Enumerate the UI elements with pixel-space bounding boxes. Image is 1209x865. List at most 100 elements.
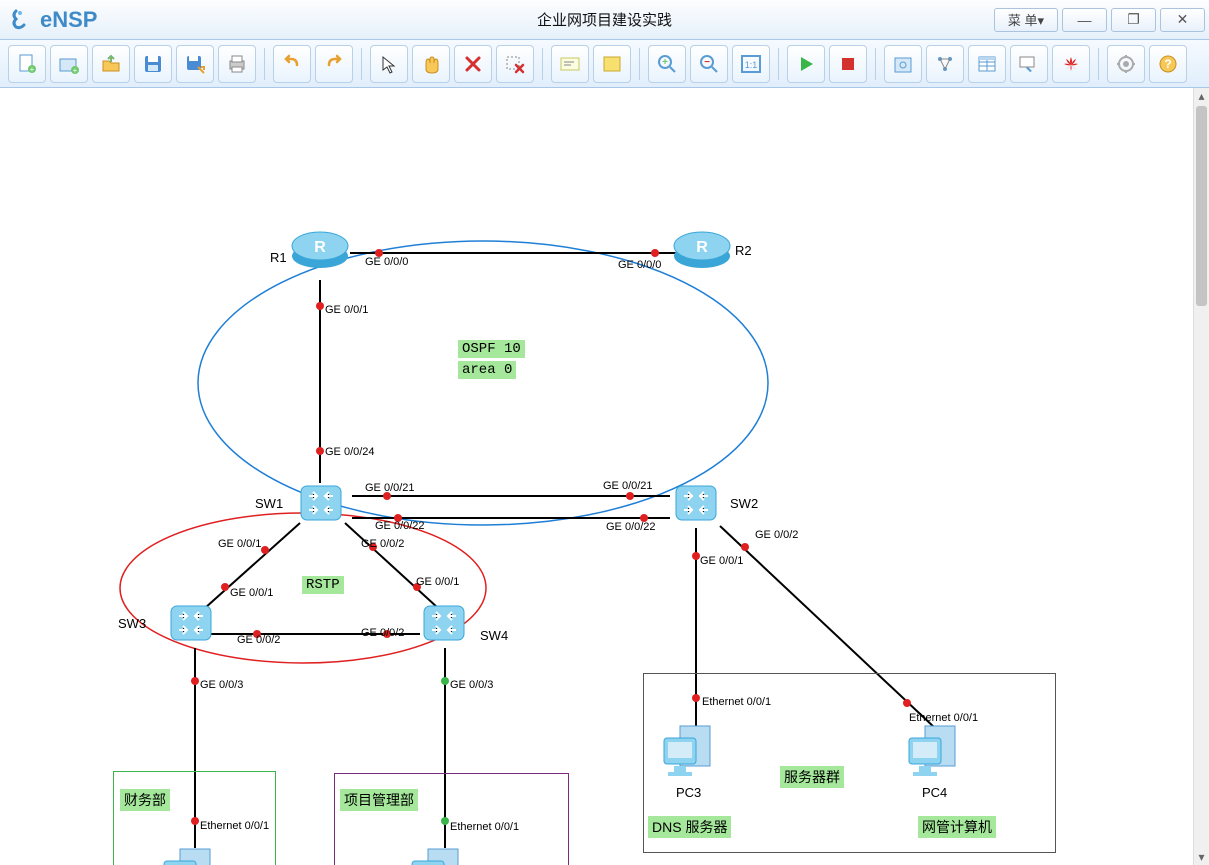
text-label-icon[interactable]: [551, 45, 589, 83]
maximize-button[interactable]: ❐: [1111, 8, 1156, 32]
port-r1-ge001: GE 0/0/1: [325, 304, 368, 316]
port-pc3-eth: Ethernet 0/0/1: [702, 696, 771, 708]
device-switch-sw1[interactable]: [295, 480, 347, 529]
scroll-down-icon[interactable]: ▾: [1194, 849, 1209, 865]
toolbar-separator: [639, 48, 640, 80]
redo-icon[interactable]: [315, 45, 353, 83]
port-sw1-ge001: GE 0/0/1: [218, 538, 261, 550]
port-sw3-ge003: GE 0/0/3: [200, 679, 243, 691]
label-finance: 财务部: [120, 789, 170, 811]
topology-icon[interactable]: [926, 45, 964, 83]
toolbar-separator: [778, 48, 779, 80]
scrollbar-thumb[interactable]: [1196, 106, 1207, 306]
pointer-icon[interactable]: [370, 45, 408, 83]
label-r1: R1: [270, 250, 287, 265]
port-r2-ge000: GE 0/0/0: [618, 259, 661, 271]
port-sw2-ge0022: GE 0/0/22: [606, 521, 656, 533]
device-router-r1[interactable]: R: [290, 228, 350, 273]
new-project-icon[interactable]: +: [50, 45, 88, 83]
window-controls: 菜 单▾ — ❐ ✕: [994, 8, 1209, 32]
topology-canvas[interactable]: R R R1 R2 SW1 SW2 SW3 SW4 PC1 PC2 PC3 PC…: [0, 88, 1209, 865]
port-sw2-ge002: GE 0/0/2: [755, 529, 798, 541]
svg-text:R: R: [696, 239, 708, 256]
label-ospf-line1: OSPF 10: [458, 340, 525, 358]
port-sw2-ge0021: GE 0/0/21: [603, 480, 653, 492]
undo-icon[interactable]: [273, 45, 311, 83]
label-pm: 项目管理部: [340, 789, 418, 811]
toolbar-separator: [542, 48, 543, 80]
scroll-up-icon[interactable]: ▴: [1194, 88, 1209, 104]
menu-button[interactable]: 菜 单▾: [994, 8, 1058, 32]
scrollbar-vertical[interactable]: ▴ ▾: [1193, 88, 1209, 865]
logo-text: eNSP: [40, 7, 97, 33]
huawei-logo-icon[interactable]: [1052, 45, 1090, 83]
svg-text:−: −: [704, 57, 710, 68]
label-sw2: SW2: [730, 496, 758, 511]
label-pc3: PC3: [676, 785, 701, 800]
port-sw3-ge002: GE 0/0/2: [237, 634, 280, 646]
label-dns: DNS 服务器: [648, 816, 731, 838]
table-icon[interactable]: [968, 45, 1006, 83]
device-pc3[interactable]: [660, 720, 718, 785]
label-sw4: SW4: [480, 628, 508, 643]
print-icon[interactable]: [218, 45, 256, 83]
zoom-in-icon[interactable]: +: [648, 45, 686, 83]
device-pc1[interactable]: [160, 843, 218, 865]
device-pc4[interactable]: [905, 720, 963, 785]
label-pc4: PC4: [922, 785, 947, 800]
port-r1-ge000: GE 0/0/0: [365, 256, 408, 268]
toolbar: + + + − 1:1 ?: [0, 40, 1209, 88]
label-netadmin: 网管计算机: [918, 816, 996, 838]
toolbar-separator: [361, 48, 362, 80]
zoom-out-icon[interactable]: −: [690, 45, 728, 83]
delete-icon[interactable]: [454, 45, 492, 83]
start-icon[interactable]: [787, 45, 825, 83]
open-icon[interactable]: [92, 45, 130, 83]
device-router-r2[interactable]: R: [672, 228, 732, 273]
save-as-icon[interactable]: [176, 45, 214, 83]
port-sw4-ge001: GE 0/0/1: [416, 576, 459, 588]
label-servers: 服务器群: [780, 766, 844, 788]
port-sw1-ge0022: GE 0/0/22: [375, 520, 425, 532]
close-button[interactable]: ✕: [1160, 8, 1205, 32]
label-rstp: RSTP: [302, 576, 344, 594]
zoom-fit-icon[interactable]: 1:1: [732, 45, 770, 83]
svg-text:1:1: 1:1: [745, 60, 758, 70]
label-sw3: SW3: [118, 616, 146, 631]
device-switch-sw3[interactable]: [165, 600, 217, 649]
capture-icon[interactable]: [884, 45, 922, 83]
delete-selection-icon[interactable]: [496, 45, 534, 83]
label-sw1: SW1: [255, 496, 283, 511]
port-sw1-ge002: GE 0/0/2: [361, 538, 404, 550]
title-bar: eNSP 企业网项目建设实践 菜 单▾ — ❐ ✕: [0, 0, 1209, 40]
port-sw1-ge0024: GE 0/0/24: [325, 446, 375, 458]
svg-text:?: ?: [1164, 57, 1171, 71]
window-title: 企业网项目建设实践: [537, 9, 672, 30]
toolbar-separator: [875, 48, 876, 80]
toolbar-separator: [1098, 48, 1099, 80]
message-icon[interactable]: [1010, 45, 1048, 83]
port-sw1-ge0021: GE 0/0/21: [365, 482, 415, 494]
toolbar-separator: [264, 48, 265, 80]
svg-text:+: +: [662, 57, 668, 68]
save-icon[interactable]: [134, 45, 172, 83]
port-sw2-ge001: GE 0/0/1: [700, 555, 743, 567]
svg-text:R: R: [314, 239, 326, 256]
app-logo: eNSP: [0, 7, 107, 33]
minimize-button[interactable]: —: [1062, 8, 1107, 32]
device-switch-sw2[interactable]: [670, 480, 722, 529]
device-switch-sw4[interactable]: [418, 600, 470, 649]
label-r2: R2: [735, 243, 752, 258]
label-ospf-line2: area 0: [458, 361, 516, 379]
settings-icon[interactable]: [1107, 45, 1145, 83]
port-pc2-eth: Ethernet 0/0/1: [450, 821, 519, 833]
logo-icon: [10, 7, 36, 33]
pan-hand-icon[interactable]: [412, 45, 450, 83]
device-pc2[interactable]: [408, 843, 466, 865]
port-sw4-ge002: GE 0/0/2: [361, 627, 404, 639]
port-pc4-eth: Ethernet 0/0/1: [909, 712, 978, 724]
new-file-icon[interactable]: +: [8, 45, 46, 83]
stop-icon[interactable]: [829, 45, 867, 83]
help-icon[interactable]: ?: [1149, 45, 1187, 83]
note-icon[interactable]: [593, 45, 631, 83]
